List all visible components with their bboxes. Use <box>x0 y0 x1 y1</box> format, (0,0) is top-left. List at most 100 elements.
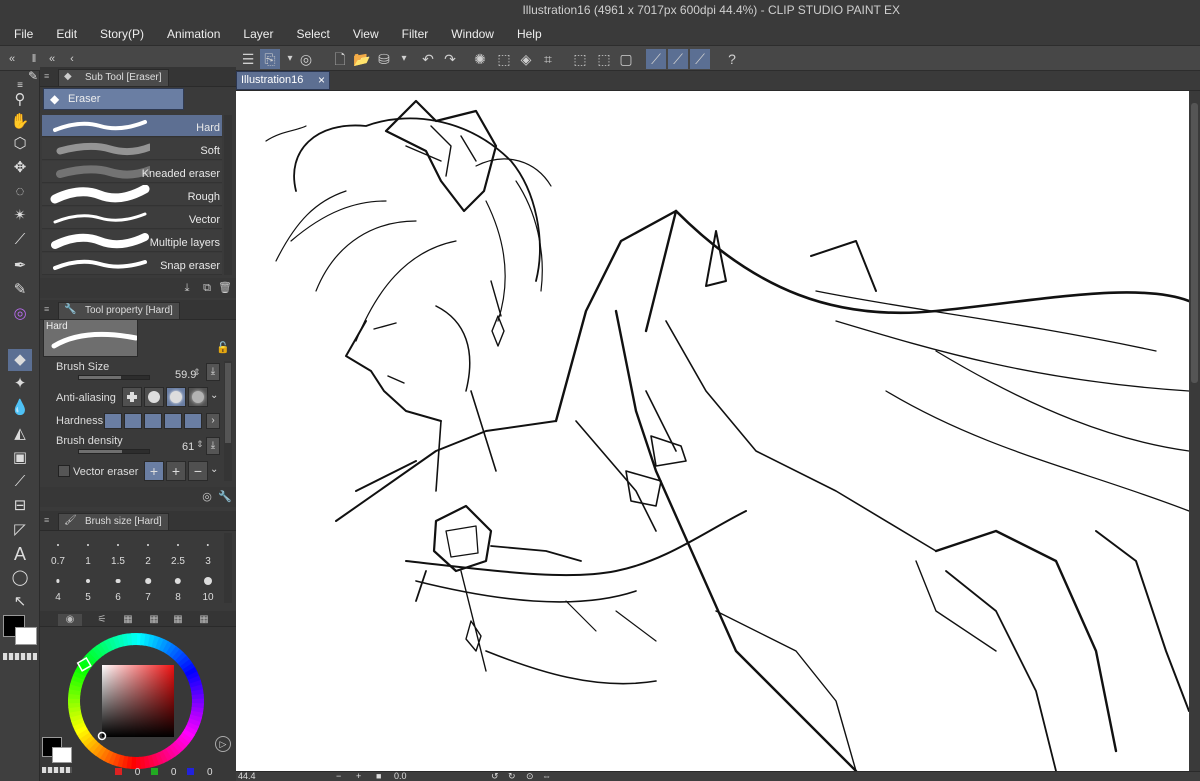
move-layer-icon[interactable]: ✥ <box>8 157 32 179</box>
chevron-down-icon[interactable]: ⌄ <box>210 464 218 475</box>
eraser-group-button[interactable]: ◆ Eraser <box>43 88 184 110</box>
brush-size-preset[interactable]: 10 <box>193 569 223 605</box>
hamburger-menu-icon[interactable]: ☰ <box>238 49 258 69</box>
snap-special-ruler-icon[interactable]: ⟋ <box>668 49 688 69</box>
brush-item-hard[interactable]: Hard <box>42 115 222 137</box>
sub-tool-detail-icon[interactable]: ◎ <box>200 490 214 504</box>
color-mode-icon[interactable]: ▷ <box>215 736 231 752</box>
brush-size-preset[interactable]: 4 <box>43 569 73 605</box>
collapse-left-icon[interactable]: « <box>2 49 22 69</box>
menu-view[interactable]: View <box>340 24 389 44</box>
zoom-readout[interactable]: 44.4 <box>238 771 256 781</box>
brush-size-preset[interactable]: 8 <box>163 569 193 605</box>
help-icon[interactable]: ? <box>722 49 742 69</box>
brush-item-vector[interactable]: Vector <box>42 207 222 229</box>
tool-property-scrollbar[interactable] <box>224 361 232 481</box>
menu-help[interactable]: Help <box>504 24 552 44</box>
brush-size-slider[interactable] <box>78 375 150 380</box>
color-history-tab[interactable]: ▦ <box>192 614 216 626</box>
menu-filter[interactable]: Filter <box>389 24 439 44</box>
color-wheel-tab[interactable]: ◉ <box>58 614 82 626</box>
approximate-color-tab[interactable]: ▦ <box>166 614 190 626</box>
sparkle-tool-icon[interactable]: ✦ <box>8 373 32 395</box>
hardness-level-5[interactable] <box>184 413 202 429</box>
flip-icon[interactable]: ⇔ <box>542 771 551 781</box>
color-slider-tab[interactable]: ⚟ <box>90 614 114 626</box>
canvas[interactable] <box>236 91 1189 771</box>
spin-icon[interactable]: ⇕ <box>196 439 204 450</box>
menu-animation[interactable]: Animation <box>154 24 230 44</box>
blend-tool-icon[interactable]: 💧 <box>8 397 32 419</box>
menu-window[interactable]: Window <box>438 24 504 44</box>
new-layer-icon[interactable]: ⎘ <box>260 49 280 69</box>
selection-tool-icon[interactable]: ◌ <box>8 181 32 203</box>
save-chevron-icon[interactable]: ▾ <box>394 49 414 69</box>
transparent-color-icon[interactable] <box>3 653 37 660</box>
rotate-left-icon[interactable]: ↺ <box>491 771 499 781</box>
brush-item-snap-eraser[interactable]: Snap eraser <box>42 253 222 275</box>
antialiasing-weak[interactable] <box>144 387 164 407</box>
invert-selection-icon[interactable]: ⬚ <box>594 49 614 69</box>
undo-icon[interactable]: ↶ <box>418 49 438 69</box>
transparent-swatch[interactable] <box>42 767 72 773</box>
open-file-icon[interactable]: 📂 <box>352 49 372 69</box>
rotate-right-icon[interactable]: ↻ <box>508 771 516 781</box>
balloon-tool-icon[interactable]: ◯ <box>8 567 32 589</box>
panel-grip-icon[interactable]: ‖ <box>24 49 44 69</box>
tab-illustration16[interactable]: Illustration16 × <box>236 71 330 90</box>
hardness-expand-button[interactable]: › <box>206 413 220 429</box>
scroll-thumb[interactable] <box>1191 103 1198 383</box>
hardness-level-4[interactable] <box>164 413 182 429</box>
brush-size-preset[interactable]: 1.5 <box>103 533 133 569</box>
new-file-icon[interactable]: 🗋 <box>330 49 350 69</box>
menu-edit[interactable]: Edit <box>43 24 87 44</box>
fill-icon[interactable]: ◈ <box>516 49 536 69</box>
stop-icon[interactable]: ■ <box>376 771 381 781</box>
brush-density-slider[interactable] <box>78 449 150 454</box>
deselect-icon[interactable]: ⬚ <box>570 49 590 69</box>
brush-item-rough[interactable]: Rough <box>42 184 222 206</box>
brush-size-preset[interactable]: 7 <box>133 569 163 605</box>
brush-size-preset[interactable]: 0.7 <box>43 533 73 569</box>
chevron-left-icon[interactable]: ‹ <box>62 49 82 69</box>
operation-tool-icon[interactable]: ⬡ <box>8 133 32 155</box>
sub-tool-scrollbar[interactable] <box>224 115 232 275</box>
collapse-panel-icon[interactable]: « <box>42 49 62 69</box>
brush-size-preset[interactable]: 5 <box>73 569 103 605</box>
fill-tool-icon[interactable]: ◭ <box>8 423 32 445</box>
redo-icon[interactable]: ↷ <box>440 49 460 69</box>
snap-grid-icon[interactable]: ⟋ <box>690 49 710 69</box>
antialiasing-medium[interactable] <box>166 387 186 407</box>
gradient-tool-icon[interactable]: ▣ <box>8 447 32 469</box>
brush-size-preset[interactable]: 3 <box>193 533 223 569</box>
pressure-settings-button[interactable]: ⤓ <box>206 363 220 381</box>
reset-rotation-icon[interactable]: ⊙ <box>526 771 534 781</box>
correct-line-icon[interactable]: ↖ <box>8 591 32 613</box>
brush-item-multiple-layers[interactable]: Multiple layers <box>42 230 222 252</box>
brush-size-preset[interactable]: 2 <box>133 533 163 569</box>
sub-color-swatch[interactable] <box>15 627 37 645</box>
pressure-settings-button[interactable]: ⤓ <box>206 437 220 455</box>
zoom-tool-icon[interactable]: ⚲ <box>8 89 32 111</box>
duplicate-icon[interactable]: ⧉ <box>200 281 214 295</box>
save-icon[interactable]: ⛁ <box>374 49 394 69</box>
hand-tool-icon[interactable]: ✋ <box>8 111 32 133</box>
chevron-down-icon[interactable]: ⌄ <box>210 390 218 401</box>
download-icon[interactable]: ⤓ <box>180 281 194 295</box>
wrench-icon[interactable]: 🔧 <box>218 490 232 504</box>
crop-icon[interactable]: ⌗ <box>538 49 558 69</box>
trash-icon[interactable]: 🗑 <box>218 281 232 295</box>
hardness-level-1[interactable] <box>104 413 122 429</box>
show-selection-icon[interactable]: ▢ <box>616 49 636 69</box>
spin-icon[interactable]: ⇕ <box>193 367 201 378</box>
decoration-tool-icon[interactable]: ◎ <box>8 303 32 325</box>
canvas-vertical-scrollbar[interactable] <box>1189 91 1200 771</box>
eraser-tool-icon[interactable]: ◆ <box>8 349 32 371</box>
transform-icon[interactable]: ⬚ <box>494 49 514 69</box>
text-tool-icon[interactable]: A <box>8 543 32 565</box>
rotation-readout[interactable]: 0.0 <box>394 771 407 781</box>
menu-layer[interactable]: Layer <box>230 24 283 44</box>
pencil-tool-icon[interactable]: ✎ <box>8 279 32 301</box>
snap-ruler-icon[interactable]: ⟋ <box>646 49 666 69</box>
brush-size-preset[interactable]: 2.5 <box>163 533 193 569</box>
